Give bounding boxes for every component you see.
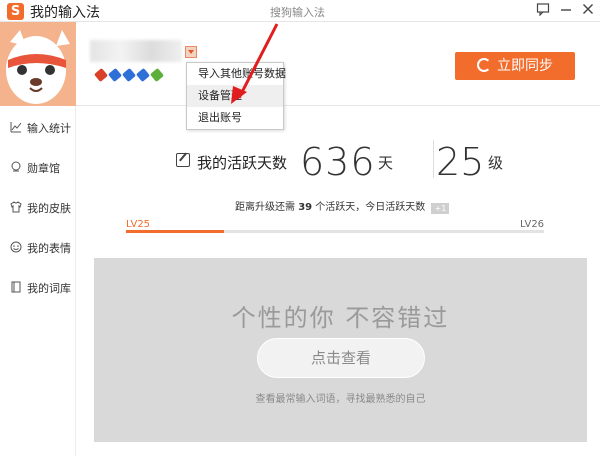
activity-stats: 我的活跃天数 636 天 25 级: [176, 140, 516, 184]
feedback-icon[interactable]: [535, 2, 551, 18]
app-logo: S: [7, 3, 24, 20]
sync-now-label: 立即同步: [497, 58, 553, 74]
smiley-icon: [10, 241, 22, 253]
pen-icon: [107, 67, 123, 83]
active-days-label: 我的活跃天数: [197, 154, 288, 172]
sidebar: 输入统计 勋章馆 我的皮肤 我的表情 我的词库: [0, 106, 76, 456]
sync-icon: [477, 58, 491, 72]
sidebar-item-emoticons[interactable]: 我的表情: [0, 232, 76, 262]
sidebar-item-label: 我的词库: [27, 282, 71, 295]
sidebar-item-label: 我的表情: [27, 242, 71, 255]
edit-icon: [176, 153, 190, 167]
chart-icon: [10, 121, 22, 133]
avatar[interactable]: [0, 22, 76, 106]
current-level-label: LV25: [126, 219, 151, 230]
sync-now-button[interactable]: 立即同步: [455, 52, 575, 80]
sidebar-item-label: 我的皮肤: [27, 202, 71, 215]
medal-icon: [10, 161, 22, 173]
upgrade-middle: 个活跃天，今日活跃天数: [315, 202, 426, 213]
upgrade-info: 距离升级还需 39 个活跃天，今日活跃天数 +1: [235, 198, 450, 214]
word-stats-promo-panel: 个性的你 不容错过 点击查看 查看最常输入词语，寻找最熟悉的自己: [94, 258, 587, 442]
active-days-unit: 天: [378, 154, 394, 172]
shirt-icon: [10, 201, 22, 213]
today-active-badge: +1: [431, 203, 450, 214]
stats-divider: [433, 140, 434, 178]
minimize-icon[interactable]: [558, 2, 574, 18]
account-header: 立即同步: [0, 22, 600, 106]
level-value: 25: [436, 140, 485, 184]
active-days-value: 636: [300, 140, 376, 184]
menu-item-logout[interactable]: 退出账号: [187, 107, 283, 129]
window-title: 我的输入法: [30, 5, 100, 21]
pen-icon: [149, 67, 165, 83]
annotation-arrow: [231, 23, 279, 104]
title-bar: S 我的输入法 搜狗输入法: [0, 0, 600, 22]
promo-slogan: 个性的你 不容错过: [231, 304, 450, 332]
sidebar-item-label: 输入统计: [27, 122, 71, 135]
next-level-label: LV26: [520, 219, 545, 230]
sidebar-item-skins[interactable]: 我的皮肤: [0, 192, 76, 222]
book-icon: [10, 281, 22, 293]
level-progress-bar: [126, 230, 544, 233]
upgrade-days-needed: 39: [298, 202, 313, 213]
pen-icon: [135, 67, 151, 83]
window-subtitle: 搜狗输入法: [270, 6, 325, 19]
level-progress-fill: [126, 230, 225, 233]
close-icon[interactable]: [580, 2, 596, 18]
click-to-view-button[interactable]: 点击查看: [257, 338, 425, 378]
pen-icon: [121, 67, 137, 83]
upgrade-prefix: 距离升级还需: [235, 202, 295, 213]
username-blurred: [90, 40, 182, 62]
pen-icon: [93, 67, 109, 83]
account-dropdown-toggle[interactable]: [185, 46, 197, 58]
level-unit: 级: [488, 154, 504, 172]
skin-pens: [93, 67, 165, 83]
sidebar-item-dictionary[interactable]: 我的词库: [0, 272, 76, 302]
sidebar-item-input-stats[interactable]: 输入统计: [0, 112, 76, 142]
promo-note: 查看最常输入词语，寻找最熟悉的自己: [255, 394, 426, 405]
sidebar-item-label: 勋章馆: [27, 162, 60, 175]
sidebar-item-medals[interactable]: 勋章馆: [0, 152, 76, 182]
